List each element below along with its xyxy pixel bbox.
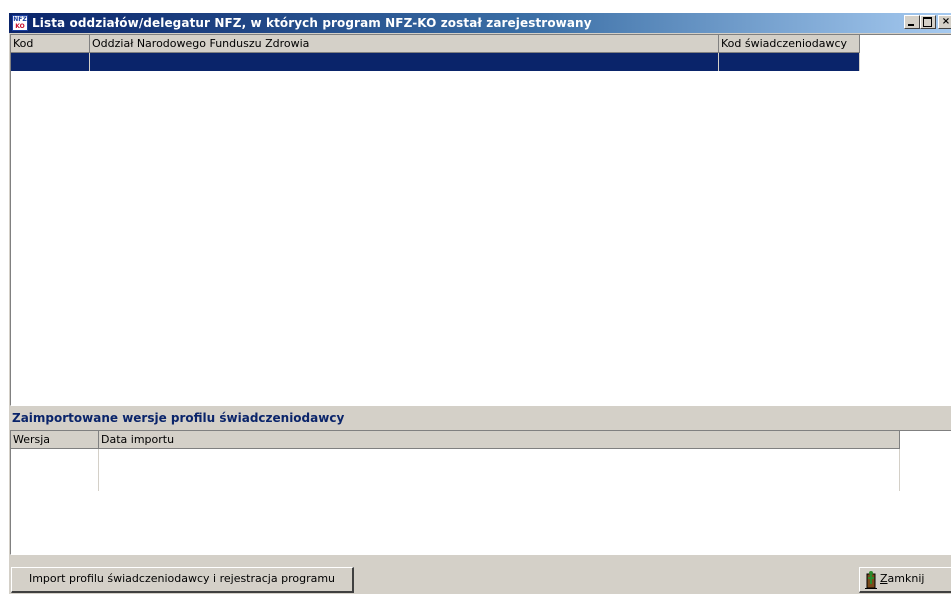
- close-mnemonic: Z: [880, 572, 888, 585]
- column-header-wersja[interactable]: Wersja: [11, 431, 99, 449]
- exit-door-icon: [865, 571, 877, 589]
- column-divider: [98, 449, 99, 491]
- app-icon-text-top: NFZ: [13, 16, 27, 23]
- column-divider: [899, 449, 900, 491]
- table-row-selected[interactable]: [11, 53, 860, 71]
- minimize-button[interactable]: [904, 15, 920, 29]
- cell-kod[interactable]: [11, 53, 90, 71]
- branches-table-header: Kod Oddział Narodowego Funduszu Zdrowia …: [11, 35, 860, 53]
- title-bar[interactable]: NFZ KO Lista oddziałów/delegatur NFZ, w …: [9, 13, 951, 33]
- column-header-oddzial[interactable]: Oddział Narodowego Funduszu Zdrowia: [90, 35, 719, 53]
- cell-oddzial[interactable]: [90, 53, 719, 71]
- maximize-button[interactable]: [920, 15, 936, 29]
- app-window: NFZ KO Lista oddziałów/delegatur NFZ, w …: [8, 12, 951, 594]
- close-icon: ×: [941, 16, 951, 27]
- branches-table[interactable]: Kod Oddział Narodowego Funduszu Zdrowia …: [10, 34, 951, 406]
- close-label: amknij: [887, 572, 925, 585]
- maximize-icon: [923, 17, 932, 27]
- column-header-kod-swiadczeniodawcy[interactable]: Kod świadczeniodawcy: [719, 35, 860, 53]
- cell-kod-swiadczeniodawcy[interactable]: [719, 53, 860, 71]
- close-button[interactable]: ×: [938, 15, 951, 29]
- close-app-button[interactable]: Zamknij: [859, 567, 951, 593]
- window-title: Lista oddziałów/delegatur NFZ, w których…: [32, 16, 592, 30]
- app-icon[interactable]: NFZ KO: [12, 15, 28, 31]
- versions-section-title: Zaimportowane wersje profilu świadczenio…: [12, 411, 345, 425]
- versions-table[interactable]: Wersja Data importu: [10, 430, 951, 555]
- versions-table-header: Wersja Data importu: [11, 431, 900, 449]
- minimize-icon: [908, 24, 914, 26]
- app-icon-text-bottom: KO: [15, 23, 25, 30]
- column-header-data-importu[interactable]: Data importu: [99, 431, 900, 449]
- import-profile-button[interactable]: Import profilu świadczeniodawcy i rejest…: [11, 567, 354, 593]
- column-header-kod[interactable]: Kod: [11, 35, 90, 53]
